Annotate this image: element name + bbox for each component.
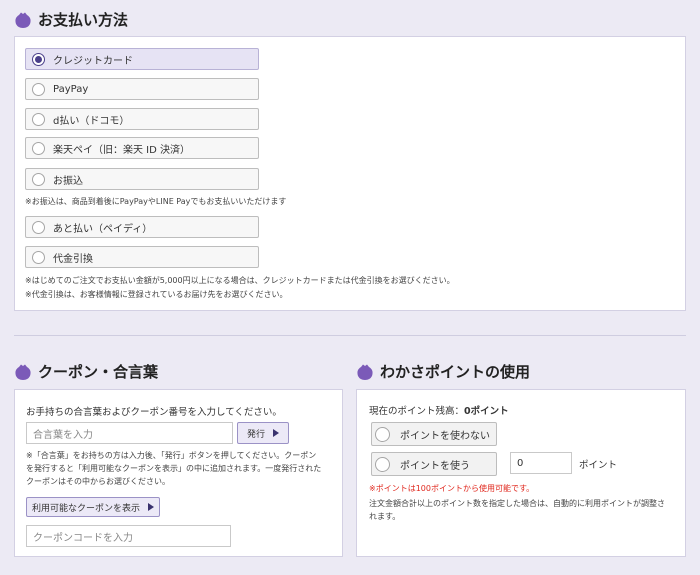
coupon-help-line-3: クーポンはその中からお選びください。 <box>26 477 170 486</box>
show-coupons-label: 利用可能なクーポンを表示 <box>31 503 140 514</box>
issue-button[interactable]: 発行 <box>237 422 289 444</box>
arrow-right-icon <box>148 503 154 511</box>
option-label: 楽天ペイ（旧：楽天 ID 決済） <box>53 144 191 156</box>
coupon-help-line-1: ※「合言葉」をお持ちの方は入力後、「発行」ボタンを押してください。クーポン <box>26 451 317 460</box>
payment-title-text: お支払い方法 <box>38 11 129 29</box>
coupon-section-title: クーポン・合言葉 <box>14 361 158 382</box>
points-note-line-2: れます。 <box>369 512 401 521</box>
points-balance: 現在のポイント残高：0ポイント <box>369 403 509 417</box>
payment-option-rakuten-pay[interactable]: 楽天ペイ（旧：楽天 ID 決済） <box>25 137 259 159</box>
points-balance-value: 0ポイント <box>464 406 509 417</box>
payment-box: クレジットカード PayPay d払い（ドコモ） 楽天ペイ（旧：楽天 ID 決済… <box>14 36 686 311</box>
points-balance-label: 現在のポイント残高： <box>369 406 465 417</box>
coupon-code-input[interactable]: クーポンコードを入力 <box>26 525 231 547</box>
points-box: 現在のポイント残高：0ポイント ポイントを使わない ポイントを使う 0 ポイント… <box>356 389 686 557</box>
option-label: d払い（ドコモ） <box>53 115 130 127</box>
payment-note-cod: ※代金引換は、お客様情報に登録されているお届け先をお選びください。 <box>25 290 288 299</box>
show-coupons-button[interactable]: 利用可能なクーポンを表示 <box>26 497 160 517</box>
points-section-title: わかさポイントの使用 <box>356 361 530 382</box>
payment-option-furikomi[interactable]: お振込 <box>25 168 259 190</box>
points-amount-input[interactable]: 0 <box>510 452 572 474</box>
payment-option-credit-card[interactable]: クレジットカード <box>25 48 259 70</box>
radio-selected-icon <box>32 52 45 66</box>
furikomi-note: ※お振込は、商品到着後にPayPayやLINE Payでもお支払いいただけます <box>25 197 287 206</box>
coupon-title-text: クーポン・合言葉 <box>38 363 159 381</box>
pouch-icon <box>14 364 32 380</box>
points-title-text: わかさポイントの使用 <box>380 363 531 381</box>
aikotoba-input[interactable]: 合言葉を入力 <box>26 422 233 444</box>
option-label: クレジットカード <box>53 55 133 67</box>
radio-icon <box>32 112 45 126</box>
radio-icon <box>375 456 390 472</box>
payment-section-title: お支払い方法 <box>14 9 128 30</box>
payment-option-cod[interactable]: 代金引換 <box>25 246 259 268</box>
radio-icon <box>32 172 45 186</box>
radio-icon <box>375 426 390 442</box>
pouch-icon <box>14 12 32 28</box>
payment-note-first-order: ※はじめてのご注文でお支払い金額が5,000円以上になる場合は、クレジットカード… <box>25 276 455 285</box>
radio-icon <box>32 250 45 264</box>
option-label: ポイントを使わない <box>400 430 490 442</box>
option-label: ポイントを使う <box>400 460 470 472</box>
points-note-line-1: 注文金額合計以上のポイント数を指定した場合は、自動的に利用ポイントが調整さ <box>369 499 665 508</box>
radio-icon <box>32 82 45 96</box>
payment-option-paidy[interactable]: あと払い（ペイディ） <box>25 216 259 238</box>
coupon-box: お手持ちの合言葉およびクーポン番号を入力してください。 合言葉を入力 発行 ※「… <box>14 389 343 557</box>
option-label: あと払い（ペイディ） <box>53 223 153 235</box>
payment-option-paypay[interactable]: PayPay <box>25 78 259 100</box>
coupon-intro: お手持ちの合言葉およびクーポン番号を入力してください。 <box>26 407 282 418</box>
points-warning: ※ポイントは100ポイントから使用可能です。 <box>369 484 535 493</box>
radio-icon <box>32 220 45 234</box>
points-option-no-use[interactable]: ポイントを使わない <box>371 422 497 446</box>
issue-button-label: 発行 <box>246 429 265 440</box>
section-divider <box>14 335 686 336</box>
payment-option-d-barai[interactable]: d払い（ドコモ） <box>25 108 259 130</box>
pouch-icon <box>356 364 374 380</box>
coupon-help-line-2: を発行すると「利用可能なクーポンを表示」の中に追加されます。一度発行された <box>26 464 322 473</box>
points-option-use[interactable]: ポイントを使う <box>371 452 497 476</box>
arrow-right-icon <box>273 429 279 437</box>
option-label: 代金引換 <box>53 253 93 265</box>
option-label: PayPay <box>53 83 89 95</box>
points-unit: ポイント <box>579 460 618 471</box>
radio-icon <box>32 141 45 155</box>
option-label: お振込 <box>53 175 83 187</box>
